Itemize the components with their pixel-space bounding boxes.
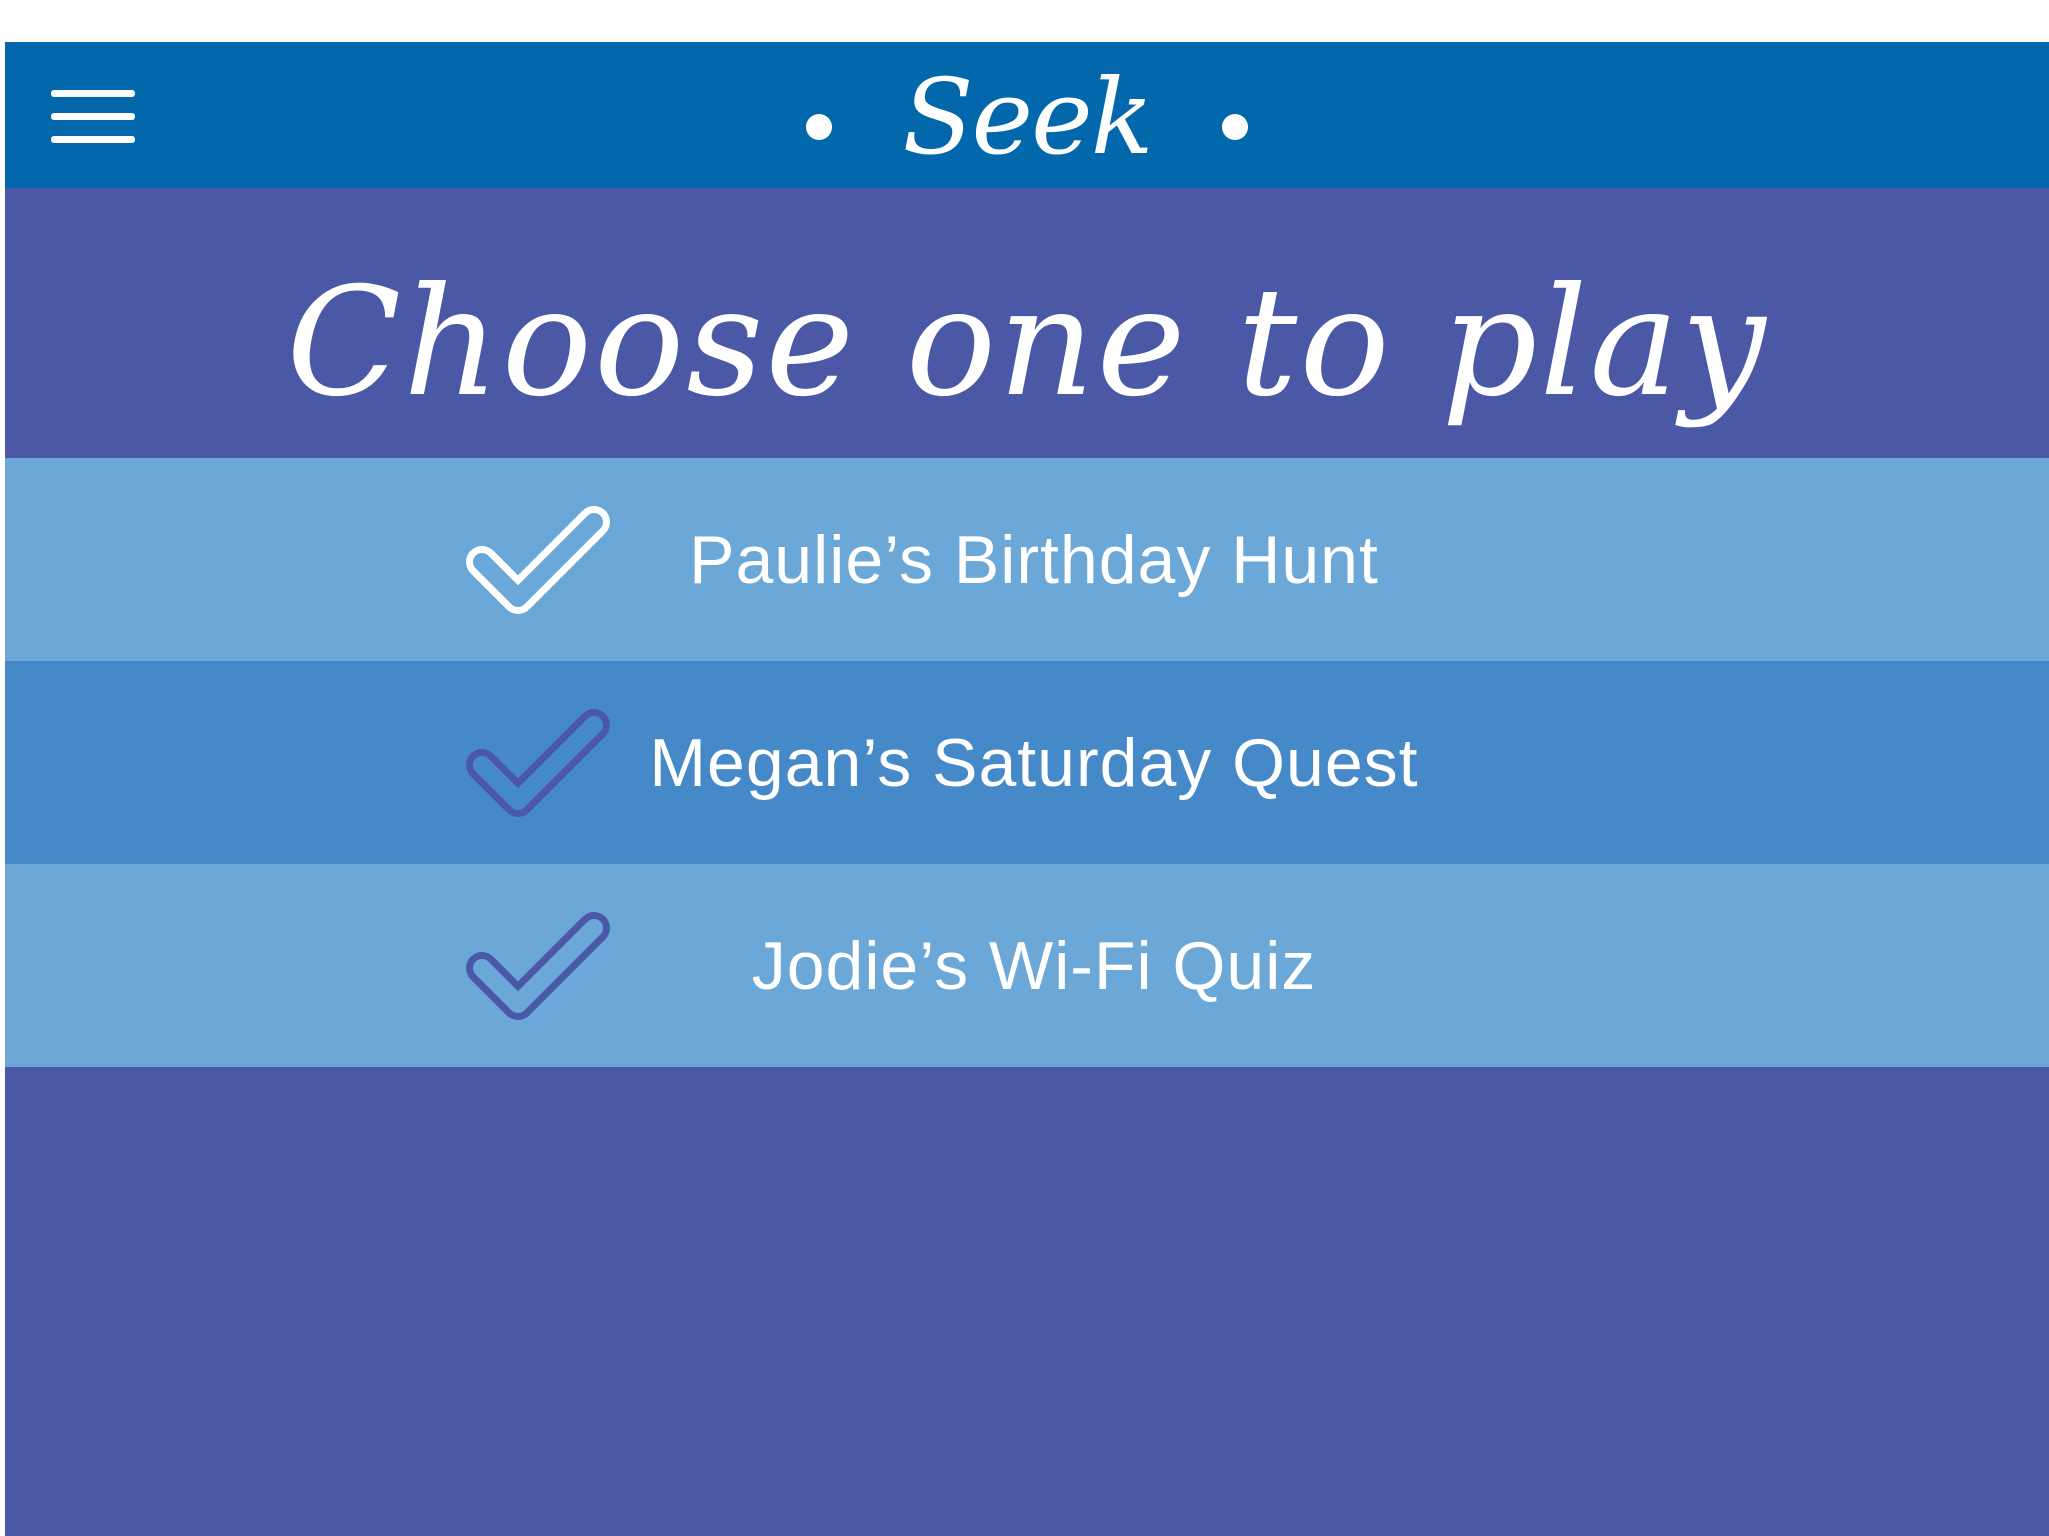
checkmark-icon (466, 912, 610, 1020)
game-title: Megan’s Saturday Quest (649, 724, 1419, 801)
top-bar: Seek (5, 42, 2049, 188)
game-list: Paulie’s Birthday Hunt Megan’s Saturday … (5, 458, 2049, 1067)
game-item-paulies-birthday-hunt[interactable]: Paulie’s Birthday Hunt (5, 458, 2049, 661)
checkmark-icon (466, 506, 610, 614)
game-item-jodies-wifi-quiz[interactable]: Jodie’s Wi-Fi Quiz (5, 864, 2049, 1067)
page-title: Choose one to play (286, 256, 1768, 430)
game-title: Paulie’s Birthday Hunt (689, 521, 1379, 598)
brand-logo: Seek (5, 42, 2049, 188)
game-item-megans-saturday-quest[interactable]: Megan’s Saturday Quest (5, 661, 2049, 864)
game-title: Jodie’s Wi-Fi Quiz (751, 927, 1317, 1004)
app-screen: Seek Choose one to play Paulie’s Birthda… (5, 42, 2049, 1536)
checkmark-icon (466, 709, 610, 817)
brand-title: Seek (902, 56, 1153, 178)
brand-dot-right (1221, 114, 1248, 140)
brand-dot-left (806, 114, 833, 140)
